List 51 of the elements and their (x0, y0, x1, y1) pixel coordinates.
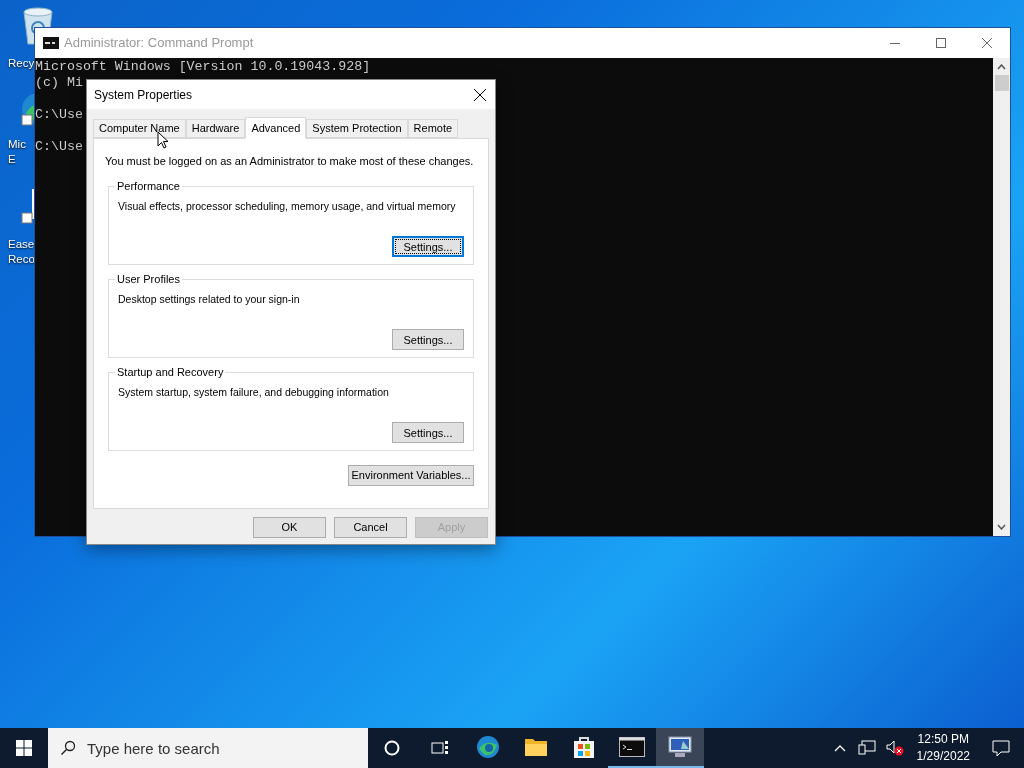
search-field[interactable]: Type here to search (48, 728, 368, 768)
dialog-button[interactable]: OK (253, 517, 326, 538)
chevron-up-icon[interactable] (833, 744, 846, 752)
desktop-icon-label: E (8, 152, 16, 167)
group-description: System startup, system failure, and debugging information (118, 384, 389, 400)
folder-icon (524, 737, 548, 757)
scroll-thumb[interactable] (994, 75, 1009, 91)
terminal-icon (619, 737, 645, 757)
dialog-button[interactable]: Cancel (334, 517, 407, 538)
dialog-button[interactable]: Settings... (392, 329, 464, 351)
clock-date[interactable]: 1/29/2022 (916, 748, 970, 765)
minimize-icon (890, 42, 900, 44)
shopping-bag-icon (573, 735, 595, 759)
windows-logo-icon (16, 740, 32, 756)
group-description: Visual effects, processor scheduling, memory usage, and virtual memory (118, 198, 456, 214)
clock-time[interactable]: 12:50 PM (917, 731, 969, 748)
close-icon (474, 88, 486, 101)
console-line: Microsoft Windows [Version 10.0.19043.928] (35, 59, 371, 75)
tab[interactable]: Computer Name (93, 119, 186, 138)
tab[interactable]: System Protection (306, 119, 408, 138)
speaker-muted-icon[interactable] (885, 740, 904, 756)
window-title: Administrator: Command Prompt (64, 34, 254, 53)
notice-text: You must be logged on as an Administrator to make most of these changes. (105, 154, 474, 169)
network-icon[interactable] (857, 740, 876, 756)
tab[interactable]: Remote (407, 119, 459, 138)
close-icon (982, 38, 992, 48)
taskbar-app[interactable] (656, 728, 704, 768)
dialog-title: System Properties (94, 86, 193, 104)
maximize-icon (936, 38, 946, 48)
dialog-button[interactable]: Settings... (392, 422, 464, 444)
scroll-down-icon[interactable] (997, 524, 1006, 530)
group-description: Desktop settings related to your sign-in (118, 291, 300, 307)
notification-icon[interactable] (992, 739, 1010, 757)
dialog-button[interactable]: Environment Variables... (348, 464, 474, 486)
console-line: (c) Mi (35, 75, 83, 91)
tab[interactable]: Hardware (185, 119, 246, 138)
terminal-icon (43, 37, 59, 49)
dialog-button[interactable]: Settings... (392, 236, 464, 258)
desktop-icon-label: Reco (8, 252, 35, 267)
search-icon (60, 740, 76, 756)
circle-icon (384, 740, 400, 756)
console-line: C:\Use (35, 107, 83, 123)
task-view-icon (431, 740, 449, 756)
desktop-icon-label: Recy (8, 56, 35, 71)
scroll-up-icon[interactable] (997, 64, 1006, 70)
desktop-icon-label: Mic (8, 137, 26, 152)
browser-icon (476, 735, 500, 759)
desktop-icon-label: Ease (8, 237, 35, 252)
tab[interactable]: Advanced (245, 117, 307, 139)
computer-icon (667, 735, 693, 759)
console-line: C:\Use (35, 139, 83, 155)
